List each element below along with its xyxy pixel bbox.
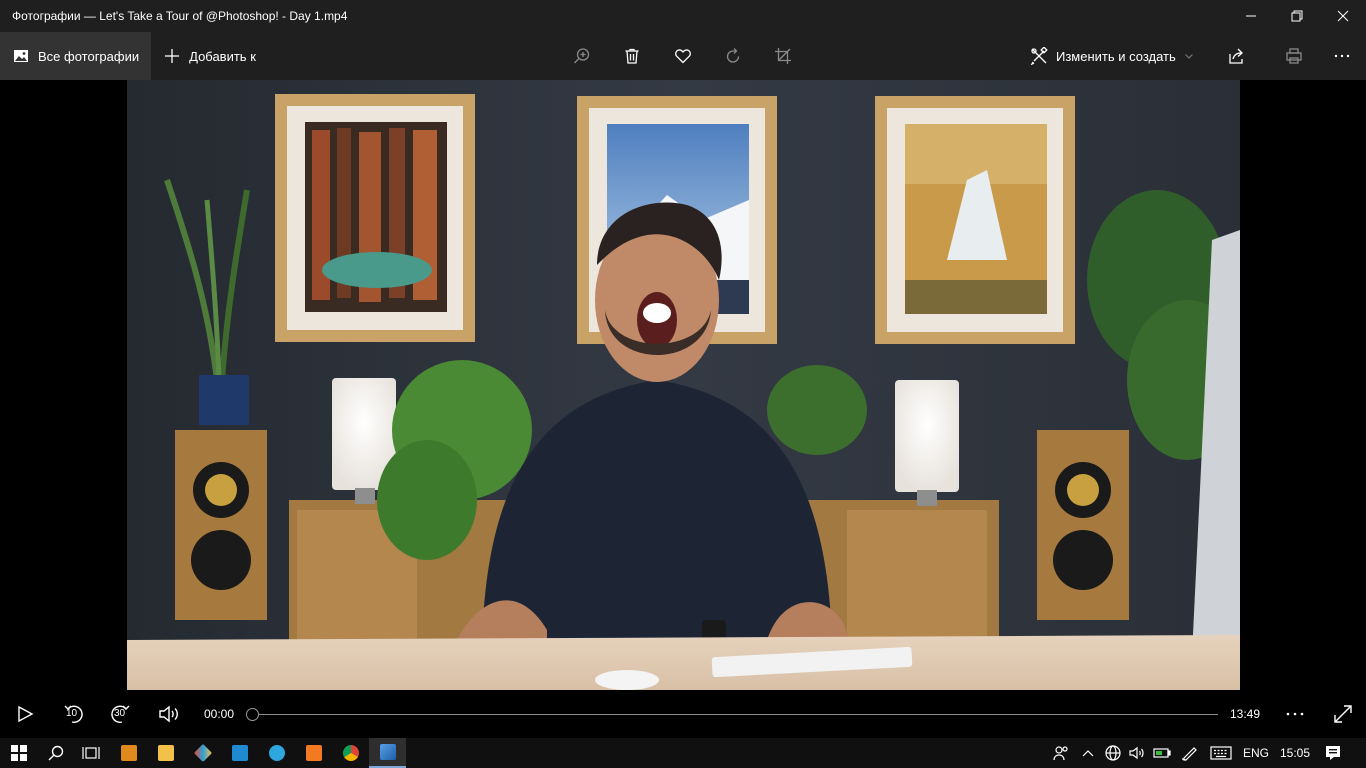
more-button[interactable] bbox=[1322, 32, 1362, 80]
taskbar-photos[interactable] bbox=[369, 738, 406, 768]
people-button[interactable] bbox=[1048, 738, 1074, 768]
add-to-button[interactable]: Добавить к bbox=[151, 32, 268, 80]
zoom-in-icon bbox=[574, 48, 590, 64]
task-view-button[interactable] bbox=[72, 738, 109, 768]
minimize-button[interactable] bbox=[1228, 0, 1274, 32]
chevron-down-icon bbox=[1184, 54, 1193, 59]
file-explorer-icon bbox=[157, 745, 174, 761]
seek-thumb[interactable] bbox=[246, 708, 259, 721]
battery-button[interactable] bbox=[1150, 738, 1174, 768]
taskbar-git[interactable] bbox=[184, 738, 221, 768]
zoom-button[interactable] bbox=[562, 32, 602, 80]
volume-icon bbox=[159, 705, 178, 723]
taskbar-sublime[interactable] bbox=[110, 738, 147, 768]
edit-create-button[interactable]: Изменить и создать bbox=[1030, 32, 1194, 80]
edit-create-icon bbox=[1030, 47, 1048, 65]
pen-workspace-button[interactable] bbox=[1178, 738, 1202, 768]
chrome-icon bbox=[342, 745, 359, 761]
skip-forward-seconds: 30 bbox=[114, 708, 126, 719]
more-icon bbox=[1286, 712, 1304, 716]
close-icon bbox=[1337, 10, 1349, 22]
rotate-icon bbox=[726, 48, 740, 63]
all-photos-label: Все фотографии bbox=[38, 48, 140, 64]
taskbar-explorer[interactable] bbox=[147, 738, 184, 768]
window-title: Фотографии — Let's Take a Tour of @Photo… bbox=[12, 9, 348, 23]
current-time: 00:00 bbox=[204, 707, 235, 721]
fullscreen-button[interactable] bbox=[1326, 690, 1360, 738]
tray-expand-button[interactable] bbox=[1078, 738, 1098, 768]
photos-icon bbox=[379, 744, 396, 760]
print-icon bbox=[1286, 48, 1302, 64]
skip-back-button[interactable]: 10 bbox=[56, 690, 90, 738]
fullscreen-icon bbox=[1334, 705, 1352, 723]
keyboard-icon bbox=[1210, 746, 1232, 760]
pen-icon bbox=[1181, 747, 1197, 761]
network-language-button[interactable] bbox=[1102, 738, 1124, 768]
delete-button[interactable] bbox=[612, 32, 652, 80]
crop-icon bbox=[775, 48, 791, 64]
player-controls: 10 30 00:00 13:49 bbox=[0, 690, 1366, 738]
favorite-icon bbox=[675, 49, 691, 64]
print-button[interactable] bbox=[1274, 32, 1314, 80]
vscode-icon bbox=[231, 745, 248, 761]
speaker-icon bbox=[1129, 746, 1144, 760]
media-stage bbox=[0, 80, 1366, 690]
title-bar: Фотографии — Let's Take a Tour of @Photo… bbox=[0, 0, 1366, 32]
xampp-icon bbox=[305, 745, 322, 761]
git-icon bbox=[193, 743, 212, 763]
sublime-text-icon bbox=[120, 745, 137, 761]
taskbar-xampp[interactable] bbox=[295, 738, 332, 768]
taskbar-telegram[interactable] bbox=[258, 738, 295, 768]
telegram-icon bbox=[268, 745, 285, 761]
seek-track[interactable] bbox=[252, 714, 1218, 715]
plus-icon bbox=[165, 49, 180, 63]
globe-icon bbox=[1105, 745, 1121, 761]
crop-button[interactable] bbox=[763, 32, 803, 80]
restore-button[interactable] bbox=[1274, 0, 1320, 32]
action-center-button[interactable] bbox=[1318, 738, 1348, 768]
people-icon bbox=[1053, 746, 1068, 761]
duration: 13:49 bbox=[1230, 707, 1261, 721]
gallery-icon bbox=[14, 50, 28, 62]
touch-keyboard-button[interactable] bbox=[1206, 738, 1236, 768]
minimize-icon bbox=[1246, 15, 1256, 17]
video-frame[interactable] bbox=[127, 80, 1240, 690]
notification-icon bbox=[1326, 746, 1340, 760]
skip-forward-button[interactable]: 30 bbox=[104, 690, 138, 738]
video-frame-image bbox=[127, 80, 1240, 690]
chevron-up-icon bbox=[1082, 750, 1094, 757]
volume-tray-button[interactable] bbox=[1126, 738, 1148, 768]
restore-icon bbox=[1291, 10, 1303, 22]
player-more-button[interactable] bbox=[1278, 690, 1312, 738]
taskbar-vscode[interactable] bbox=[221, 738, 258, 768]
taskbar-chrome[interactable] bbox=[332, 738, 369, 768]
play-icon bbox=[18, 705, 34, 723]
search-icon bbox=[48, 745, 63, 761]
delete-icon bbox=[625, 48, 639, 64]
edit-create-label: Изменить и создать bbox=[1056, 48, 1176, 64]
volume-button[interactable] bbox=[152, 690, 186, 738]
favorite-button[interactable] bbox=[663, 32, 703, 80]
all-photos-button[interactable]: Все фотографии bbox=[0, 32, 152, 80]
battery-icon bbox=[1153, 748, 1171, 758]
search-button[interactable] bbox=[37, 738, 74, 768]
task-view-icon bbox=[81, 747, 100, 759]
share-button[interactable] bbox=[1216, 32, 1256, 80]
start-button[interactable] bbox=[0, 738, 37, 768]
share-icon bbox=[1229, 48, 1243, 64]
rotate-button[interactable] bbox=[713, 32, 753, 80]
skip-back-seconds: 10 bbox=[66, 708, 78, 719]
input-language[interactable]: ENG bbox=[1238, 738, 1274, 768]
start-icon bbox=[10, 745, 27, 761]
clock[interactable]: 15:05 bbox=[1276, 738, 1314, 768]
close-button[interactable] bbox=[1320, 0, 1366, 32]
play-button[interactable] bbox=[8, 690, 42, 738]
more-icon bbox=[1334, 54, 1350, 58]
add-to-label: Добавить к bbox=[189, 48, 256, 64]
